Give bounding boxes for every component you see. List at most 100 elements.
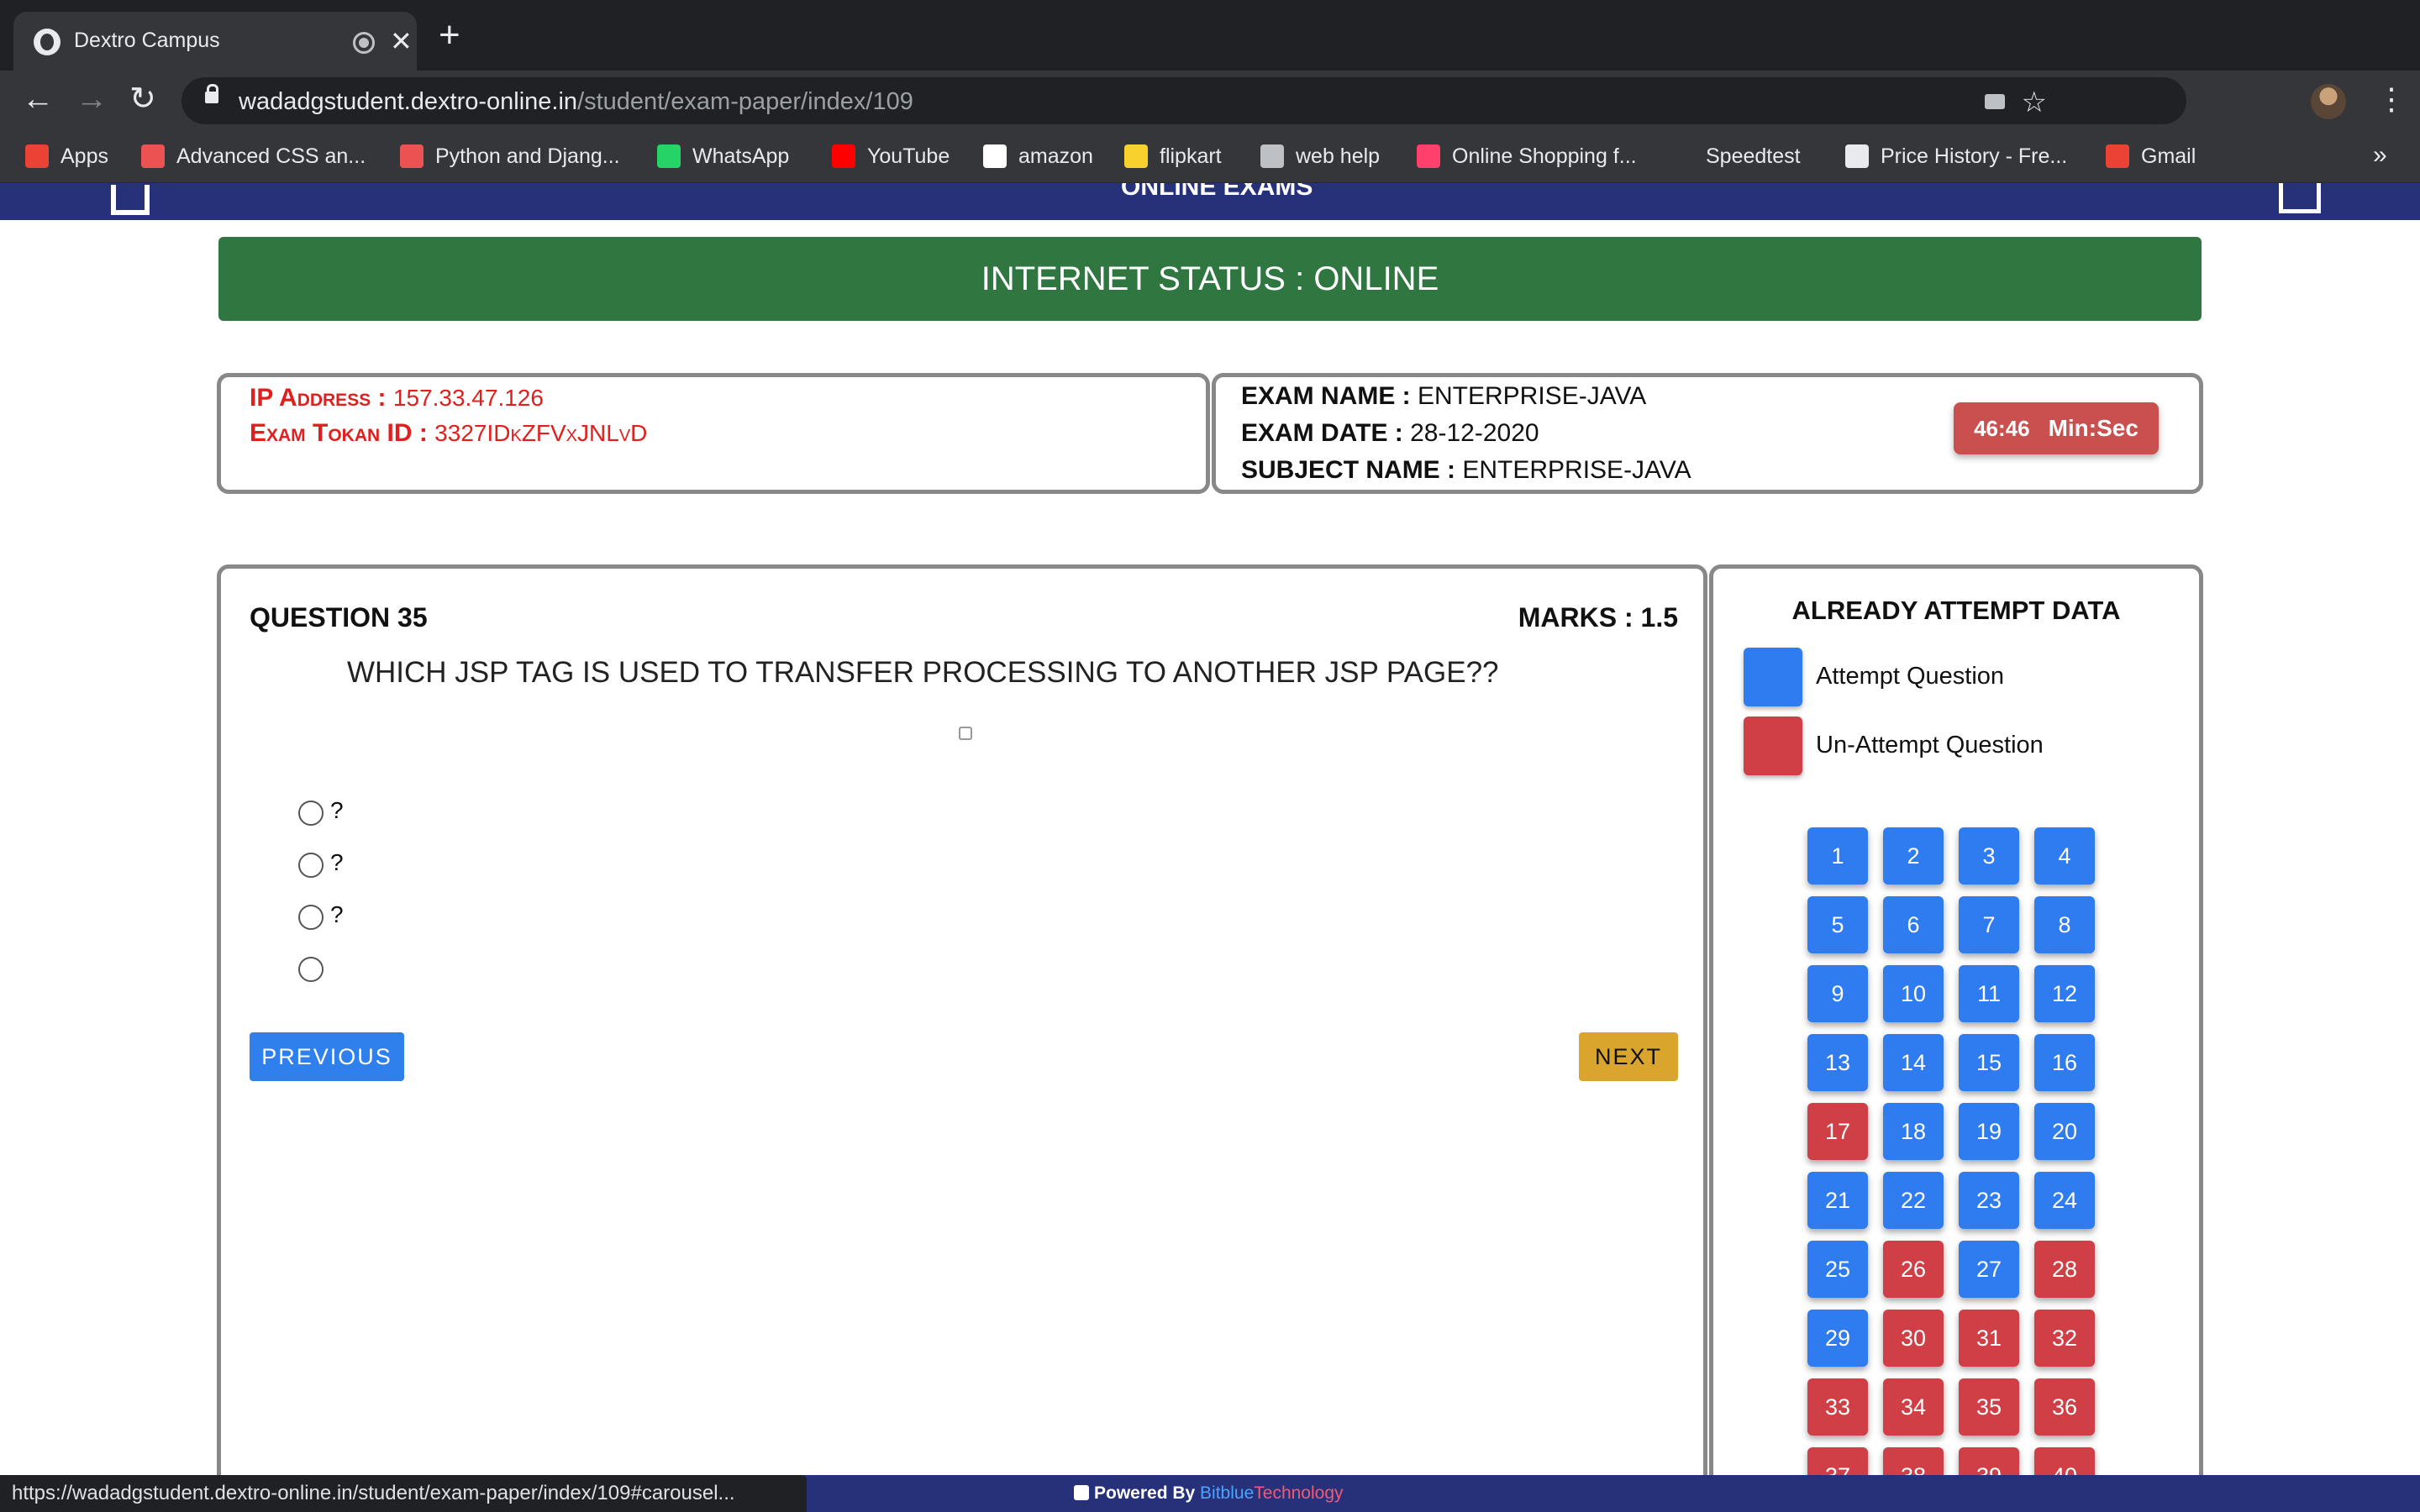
question-number: QUESTION 35 (250, 602, 428, 633)
question-nav-button[interactable]: 27 (1959, 1241, 2019, 1298)
token-line: Exam Tokan ID : 3327IDkZFVxJNLvD (250, 419, 647, 448)
question-nav-button[interactable]: 32 (2034, 1310, 2095, 1367)
question-nav-button[interactable]: 11 (1959, 965, 2019, 1022)
udemy-icon (400, 144, 424, 168)
flipkart-icon (1124, 144, 1148, 168)
bookmarks-overflow-icon[interactable]: » (2373, 141, 2387, 170)
previous-button[interactable]: PREVIOUS (250, 1032, 404, 1081)
question-nav-button[interactable]: 33 (1807, 1378, 1868, 1436)
site-title: ONLINE EXAMS (1121, 183, 1313, 201)
question-nav-button[interactable]: 31 (1959, 1310, 2019, 1367)
url-text[interactable]: wadadgstudent.dextro-online.in/student/e… (239, 88, 913, 116)
bookmark-item[interactable]: Gmail (2106, 144, 2196, 169)
bookmark-item[interactable]: Python and Djang... (400, 144, 620, 169)
bookmark-item[interactable]: Price History - Fre... (1845, 144, 2067, 169)
question-nav-button[interactable]: 14 (1883, 1034, 1944, 1091)
option-label: ? (330, 797, 344, 823)
tab-close-icon[interactable]: ✕ (390, 25, 413, 57)
question-nav-button[interactable]: 20 (2034, 1103, 2095, 1160)
new-tab-button[interactable]: + (439, 17, 460, 54)
next-button[interactable]: NEXT (1579, 1032, 1678, 1081)
radio-button[interactable] (298, 801, 324, 826)
bookmark-label: amazon (1018, 144, 1093, 168)
bookmark-label: Python and Djang... (435, 144, 620, 168)
exam-name-line: EXAM NAME : ENTERPRISE-JAVA (1241, 382, 1646, 411)
question-nav-button[interactable]: 25 (1807, 1241, 1868, 1298)
forward-arrow-icon[interactable]: → (76, 82, 108, 116)
profile-avatar[interactable] (2311, 84, 2346, 119)
question-nav-button[interactable]: 6 (1883, 896, 1944, 953)
question-nav-button[interactable]: 10 (1883, 965, 1944, 1022)
whatsapp-icon (657, 144, 681, 168)
bookmark-label: Online Shopping f... (1452, 144, 1637, 168)
option-label: ? (330, 849, 344, 875)
brand-name-2[interactable]: Technology (1254, 1483, 1343, 1503)
subject-label: SUBJECT NAME : (1241, 456, 1463, 484)
question-nav-button[interactable]: 29 (1807, 1310, 1868, 1367)
bookmark-item[interactable]: web help (1260, 144, 1380, 169)
url-host: wadadgstudent.dextro-online.in (239, 88, 578, 115)
browser-tab-strip: Dextro Campus ✕ + (0, 0, 2420, 71)
bookmark-item[interactable]: YouTube (832, 144, 950, 169)
radio-button[interactable] (298, 957, 324, 982)
attempt-panel-title: ALREADY ATTEMPT DATA (1791, 596, 2121, 625)
bookmark-star-icon[interactable]: ☆ (2022, 86, 2047, 119)
question-nav-button[interactable]: 28 (2034, 1241, 2095, 1298)
question-nav-button[interactable]: 8 (2034, 896, 2095, 953)
question-nav-button[interactable]: 12 (2034, 965, 2095, 1022)
home-icon[interactable] (111, 185, 150, 215)
question-nav-button[interactable]: 13 (1807, 1034, 1868, 1091)
radio-button[interactable] (298, 853, 324, 878)
question-nav-button[interactable]: 4 (2034, 827, 2095, 885)
subject-line: SUBJECT NAME : ENTERPRISE-JAVA (1241, 456, 1691, 485)
browser-menu-icon[interactable]: ⋮ (2376, 81, 2407, 118)
question-nav-button[interactable]: 9 (1807, 965, 1868, 1022)
question-nav-button[interactable]: 26 (1883, 1241, 1944, 1298)
globe-icon (34, 29, 60, 55)
camera-blocked-icon[interactable] (1985, 94, 2005, 109)
bookmark-item[interactable]: Advanced CSS an... (141, 144, 366, 169)
youtube-icon (832, 144, 855, 168)
reload-icon[interactable]: ↻ (129, 82, 156, 116)
question-nav-button[interactable]: 3 (1959, 827, 2019, 885)
tab-title: Dextro Campus (74, 29, 220, 52)
question-nav-button[interactable]: 30 (1883, 1310, 1944, 1367)
countdown-timer: 46:46 Min:Sec (1954, 402, 2159, 454)
question-nav-button[interactable]: 21 (1807, 1172, 1868, 1229)
back-arrow-icon[interactable]: ← (22, 82, 54, 116)
question-nav-button[interactable]: 34 (1883, 1378, 1944, 1436)
question-nav-button[interactable]: 24 (2034, 1172, 2095, 1229)
bookmark-item[interactable]: Online Shopping f... (1417, 144, 1637, 169)
logout-icon[interactable] (2279, 183, 2321, 213)
exam-info-box: EXAM NAME : ENTERPRISE-JAVA EXAM DATE : … (1212, 373, 2203, 494)
address-bar[interactable]: wadadgstudent.dextro-online.in/student/e… (182, 77, 2186, 124)
question-nav-button[interactable]: 5 (1807, 896, 1868, 953)
radio-button[interactable] (298, 905, 324, 930)
question-nav-button[interactable]: 23 (1959, 1172, 2019, 1229)
bookmark-item[interactable]: flipkart (1124, 144, 1222, 169)
exam-name-value: ENTERPRISE-JAVA (1418, 382, 1647, 410)
brand-name-1[interactable]: Bitblue (1200, 1483, 1254, 1503)
question-marks: MARKS : 1.5 (1518, 602, 1678, 633)
bookmark-label: Gmail (2141, 144, 2196, 168)
bookmark-item[interactable]: Speedtest (1670, 144, 1801, 169)
exam-date-label: EXAM DATE : (1241, 419, 1411, 447)
question-nav-button[interactable]: 35 (1959, 1378, 2019, 1436)
browser-tab[interactable]: Dextro Campus ✕ (13, 12, 417, 71)
question-nav-button[interactable]: 22 (1883, 1172, 1944, 1229)
bookmark-item[interactable]: Apps (25, 144, 108, 169)
powered-prefix: Powered By (1094, 1483, 1201, 1503)
bookmark-item[interactable]: amazon (983, 144, 1093, 169)
question-nav-button[interactable]: 2 (1883, 827, 1944, 885)
question-nav-button[interactable]: 18 (1883, 1103, 1944, 1160)
question-nav-button[interactable]: 1 (1807, 827, 1868, 885)
question-nav-button[interactable]: 19 (1959, 1103, 2019, 1160)
question-nav-button[interactable]: 17 (1807, 1103, 1868, 1160)
question-nav-button[interactable]: 7 (1959, 896, 2019, 953)
question-nav-button[interactable]: 36 (2034, 1378, 2095, 1436)
bookmark-item[interactable]: WhatsApp (657, 144, 789, 169)
question-nav-button[interactable]: 16 (2034, 1034, 2095, 1091)
ip-address-line: IP Address : 157.33.47.126 (250, 384, 544, 412)
question-nav-button[interactable]: 15 (1959, 1034, 2019, 1091)
url-path: /student/exam-paper/index/109 (577, 88, 913, 115)
